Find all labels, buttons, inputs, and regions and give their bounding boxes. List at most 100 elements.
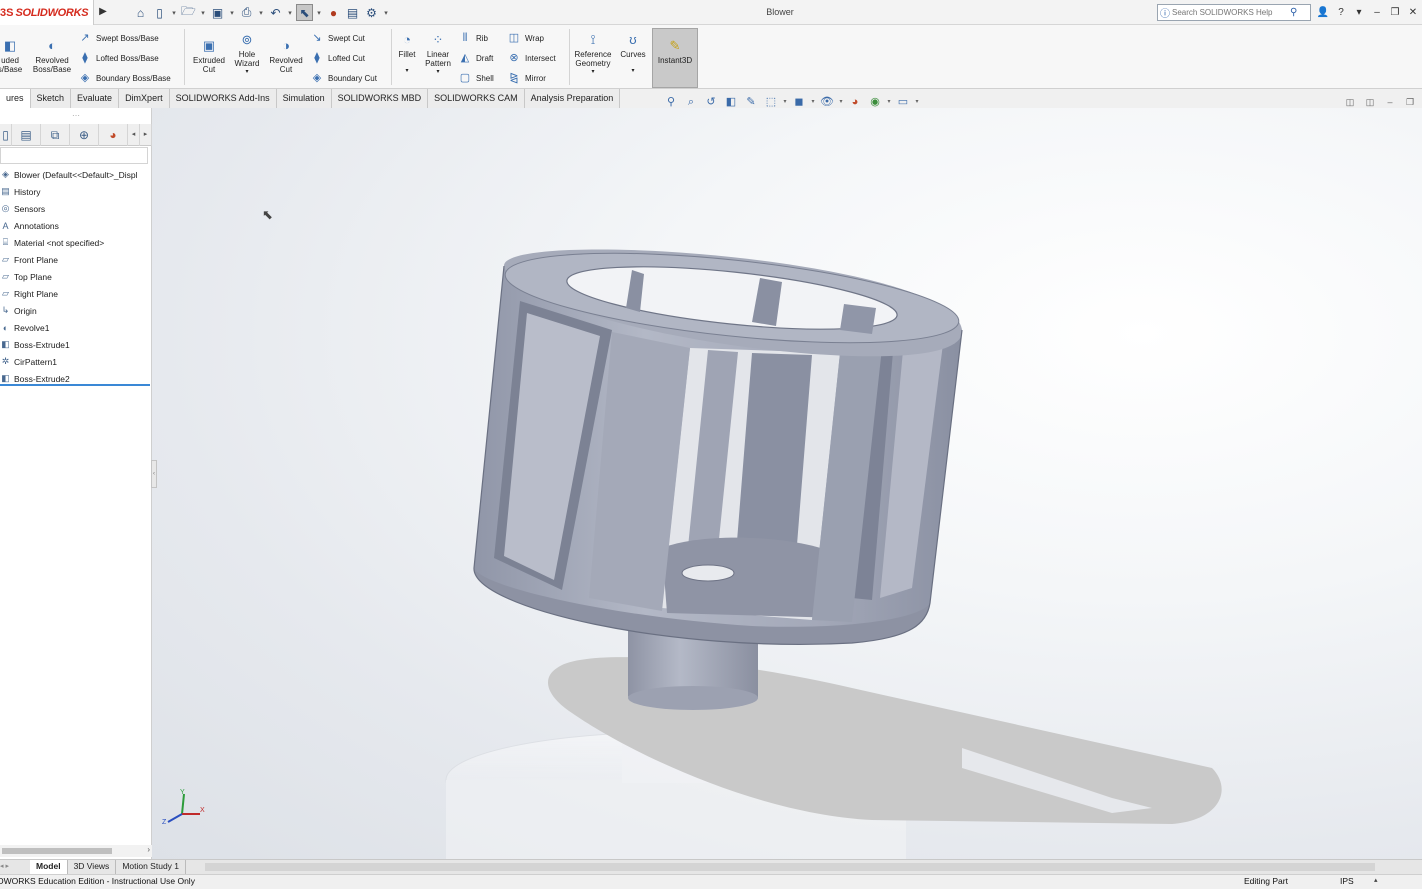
rib-button[interactable]: ⫴ Rib — [458, 31, 488, 45]
panel-horizontal-scrollbar[interactable]: › — [0, 845, 152, 857]
unit-system-selector[interactable]: IPS — [1340, 876, 1354, 886]
unit-system-dropdown-icon[interactable]: ▴ — [1374, 876, 1378, 884]
boundary-cut-button[interactable]: ◈ Boundary Cut — [310, 71, 377, 85]
search-help-box[interactable]: ⓘ ⚲ — [1157, 4, 1311, 21]
hole-wizard-dropdown-icon[interactable]: ▾ — [245, 68, 248, 77]
blower-model-3d[interactable] — [152, 108, 1422, 859]
display-style-icon[interactable]: ◼ — [790, 94, 808, 110]
wrap-button[interactable]: ◫ Wrap — [507, 31, 544, 45]
tree-item-right-plane[interactable]: ▱ Right Plane — [0, 285, 152, 302]
view-settings-icon[interactable]: ▭ — [894, 94, 912, 110]
fillet-button[interactable]: ◔ Fillet ▾ — [394, 31, 420, 76]
swept-boss-button[interactable]: ↗ Swept Boss/Base — [78, 31, 158, 45]
tree-item-front-plane[interactable]: ▱ Front Plane — [0, 251, 152, 268]
print-dropdown-icon[interactable]: ▾ — [257, 4, 265, 21]
swept-cut-button[interactable]: ↘ Swept Cut — [310, 31, 365, 45]
menu-expand-icon[interactable]: ▶ — [97, 4, 109, 20]
tree-item-origin[interactable]: ↳ Origin — [0, 302, 152, 319]
file-properties-icon[interactable]: ▤ — [344, 4, 361, 21]
rollback-bar[interactable] — [0, 384, 150, 386]
search-input[interactable] — [1172, 8, 1290, 17]
zoom-to-area-icon[interactable]: ⌕ — [682, 94, 700, 110]
view-orientation-icon[interactable]: ⬚ — [762, 94, 780, 110]
tab-motion-study[interactable]: Motion Study 1 — [116, 860, 187, 874]
draft-button[interactable]: ◭ Draft — [458, 51, 494, 65]
tabs-scrollbar[interactable] — [205, 863, 1375, 871]
scroll-right-icon[interactable]: › — [147, 845, 150, 854]
reference-geometry-button[interactable]: ⟟ Reference Geometry ▾ — [572, 31, 614, 77]
dimxpert-manager-tab-icon[interactable]: ⊕ — [70, 123, 99, 146]
open-icon[interactable]: 🗁 — [180, 4, 197, 21]
tree-item-part[interactable]: ◈ Blower (Default<<Default>_Displ — [0, 166, 152, 183]
reference-triad-icon[interactable]: Y X Z — [160, 788, 208, 828]
viewport-next-icon[interactable]: ◫ — [1364, 96, 1376, 108]
scrollbar-thumb[interactable] — [2, 848, 112, 854]
tab-model[interactable]: Model — [30, 860, 68, 874]
lofted-cut-button[interactable]: ⧫ Lofted Cut — [310, 51, 365, 65]
save-dropdown-icon[interactable]: ▾ — [228, 4, 236, 21]
solidworks-logo[interactable]: 3S SOLIDWORKS — [0, 0, 94, 25]
tree-item-cirpattern1[interactable]: ✲ CirPattern1 — [0, 353, 152, 370]
tree-item-top-plane[interactable]: ▱ Top Plane — [0, 268, 152, 285]
extruded-cut-button[interactable]: ▣ Extruded Cut — [189, 37, 229, 74]
tab-addins[interactable]: SOLIDWORKS Add-Ins — [169, 89, 277, 108]
user-icon[interactable]: 👤 — [1316, 5, 1330, 21]
edit-appearance-icon[interactable]: ◕ — [846, 94, 864, 110]
lofted-boss-button[interactable]: ⧫ Lofted Boss/Base — [78, 51, 158, 65]
view-orientation-dropdown-icon[interactable]: ▾ — [782, 94, 788, 110]
linear-pattern-button[interactable]: ⁘ Linear Pattern ▾ — [422, 31, 454, 77]
tree-item-history[interactable]: ▤ History — [0, 183, 152, 200]
section-view-icon[interactable]: ◧ — [722, 94, 740, 110]
curves-dropdown-icon[interactable]: ▾ — [631, 67, 634, 76]
feature-filter-field[interactable] — [0, 147, 148, 164]
save-icon[interactable]: ▣ — [209, 4, 226, 21]
tab-3d-views[interactable]: 3D Views — [67, 860, 117, 874]
print-icon[interactable]: ⎙ — [238, 4, 255, 21]
tab-sketch[interactable]: Sketch — [30, 89, 72, 108]
tab-mbd[interactable]: SOLIDWORKS MBD — [331, 89, 429, 108]
curves-button[interactable]: ʊ Curves ▾ — [618, 31, 648, 76]
reference-geometry-dropdown-icon[interactable]: ▾ — [591, 68, 594, 77]
revolved-cut-button[interactable]: ◑ Revolved Cut — [266, 37, 306, 74]
tab-navigation-icon[interactable]: ◂ ▸ — [0, 862, 9, 870]
fillet-dropdown-icon[interactable]: ▾ — [405, 67, 408, 76]
tree-item-sensors[interactable]: ◎ Sensors — [0, 200, 152, 217]
undo-icon[interactable]: ↶ — [267, 4, 284, 21]
options-dropdown-icon[interactable]: ▾ — [382, 4, 390, 21]
help-dropdown-icon[interactable]: ▾ — [1352, 5, 1366, 21]
hole-wizard-button[interactable]: ⊚ Hole Wizard ▾ — [230, 31, 264, 77]
select-dropdown-icon[interactable]: ▾ — [315, 4, 323, 21]
apply-scene-dropdown-icon[interactable]: ▾ — [886, 94, 892, 110]
tab-simulation[interactable]: Simulation — [276, 89, 332, 108]
tree-item-revolve1[interactable]: ◐ Revolve1 — [0, 319, 152, 336]
rebuild-icon[interactable]: ● — [325, 4, 342, 21]
tree-item-material[interactable]: ⌸ Material <not specified> — [0, 234, 152, 251]
tab-analysis-preparation[interactable]: Analysis Preparation — [524, 89, 621, 108]
configuration-manager-tab-icon[interactable]: ⧉ — [41, 123, 70, 146]
apply-scene-icon[interactable]: ◉ — [866, 94, 884, 110]
mirror-button[interactable]: ⧎ Mirror — [507, 71, 546, 85]
display-manager-tab-icon[interactable]: ◕ — [99, 123, 128, 146]
instant3d-button[interactable]: ✎ Instant3D — [652, 28, 698, 88]
tabs-scroll-right-icon[interactable]: ▸ — [140, 123, 152, 146]
tab-dimxpert[interactable]: DimXpert — [119, 89, 170, 108]
panel-splitter[interactable]: ‹ — [151, 460, 157, 488]
restore-icon[interactable]: ❐ — [1388, 5, 1402, 21]
property-manager-tab-icon[interactable]: ▤ — [12, 123, 41, 146]
shell-button[interactable]: ▢ Shell — [458, 71, 494, 85]
home-icon[interactable]: ⌂ — [132, 4, 149, 21]
dynamic-annotation-icon[interactable]: ✎ — [742, 94, 760, 110]
viewport-restore-icon[interactable]: ❐ — [1404, 96, 1416, 108]
extruded-boss-button[interactable]: ◧ uded s/Base — [0, 37, 26, 74]
intersect-button[interactable]: ⊗ Intersect — [507, 51, 555, 65]
display-style-dropdown-icon[interactable]: ▾ — [810, 94, 816, 110]
linear-pattern-dropdown-icon[interactable]: ▾ — [436, 68, 439, 77]
tree-item-boss-extrude1[interactable]: ◧ Boss-Extrude1 — [0, 336, 152, 353]
previous-view-icon[interactable]: ↺ — [702, 94, 720, 110]
hide-show-dropdown-icon[interactable]: ▾ — [838, 94, 844, 110]
search-icon[interactable]: ⚲ — [1290, 7, 1302, 18]
close-icon[interactable]: ✕ — [1406, 5, 1420, 21]
hide-show-items-icon[interactable]: 👁 — [818, 94, 836, 110]
open-dropdown-icon[interactable]: ▾ — [199, 4, 207, 21]
help-icon[interactable]: ? — [1334, 5, 1348, 21]
